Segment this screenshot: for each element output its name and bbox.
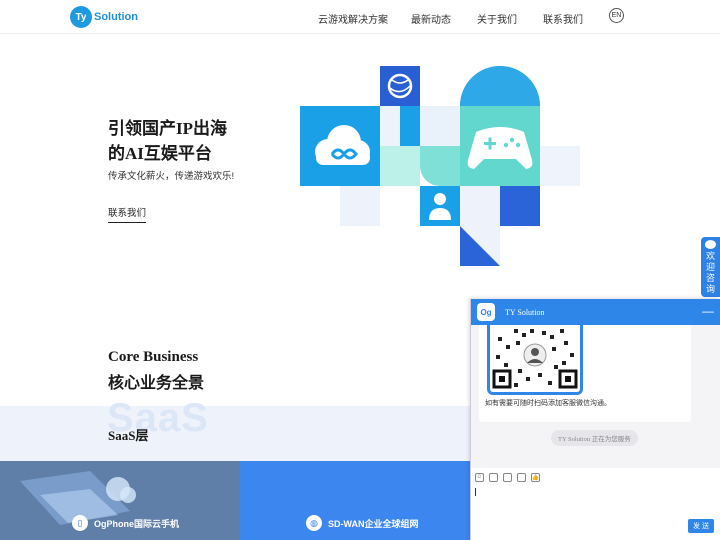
- chat-message-text: 如有需要可随时扫码添加客服微信沟通。: [485, 400, 611, 407]
- video-icon[interactable]: [503, 472, 512, 482]
- consult-side-tab[interactable]: 欢 迎 咨 询: [701, 237, 720, 297]
- card-ogphone-label: OgPhone国际云手机: [94, 518, 179, 529]
- consult-char-2: 迎: [705, 262, 715, 272]
- chat-logo-mark: Og: [480, 307, 492, 317]
- page: Ty Solution 云游戏解决方案 最新动态 关于我们 联系我们 EN 引领…: [0, 0, 720, 540]
- logo-mark: Ty: [70, 6, 92, 28]
- nav-contact[interactable]: 联系我们: [543, 11, 583, 26]
- nav-cloud-gaming[interactable]: 云游戏解决方案: [318, 11, 388, 26]
- saas-band: [0, 406, 470, 461]
- phone-icon: ▯: [72, 515, 88, 531]
- chat-widget: Og TY Solution — 如有需要可随时扫码添加客服微信沟通。 TY S…: [470, 299, 720, 540]
- top-nav: Ty Solution 云游戏解决方案 最新动态 关于我们 联系我们 EN: [0, 0, 720, 34]
- nav-news[interactable]: 最新动态: [411, 11, 451, 26]
- globe-tile: [380, 66, 420, 106]
- language-switch[interactable]: EN: [609, 8, 624, 23]
- hero-title-line1: 引领国产IP出海: [108, 119, 227, 138]
- hero-illustration: [300, 66, 580, 266]
- chat-bubble-icon: [705, 240, 716, 249]
- saas-layer-label: SaaS层: [108, 428, 149, 443]
- hero-title: 引领国产IP出海 的AI互娱平台: [108, 116, 227, 166]
- card-ogphone[interactable]: ▯ OgPhone国际云手机: [0, 461, 240, 540]
- minimize-button[interactable]: —: [702, 305, 714, 317]
- consult-char-3: 咨: [705, 273, 715, 283]
- core-title-en: Core Business: [108, 349, 199, 365]
- hero-contact-link[interactable]: 联系我们: [108, 205, 147, 223]
- chat-header: Og TY Solution —: [471, 299, 720, 325]
- consult-char-4: 询: [705, 284, 715, 294]
- card-sdwan-label: SD-WAN企业全球组网: [328, 518, 419, 529]
- card-sdwan[interactable]: ◍ SD-WAN企业全球组网: [240, 461, 470, 540]
- logo-text: Solution: [94, 11, 138, 23]
- image-icon[interactable]: [489, 472, 498, 482]
- chat-logo: Og: [477, 303, 495, 321]
- file-icon[interactable]: [517, 472, 526, 482]
- chat-messages[interactable]: 如有需要可随时扫码添加客服微信沟通。 TY Solution 正在为您服务: [471, 325, 720, 468]
- qr-code: [487, 325, 583, 395]
- hero-title-line2: 的AI互娱平台: [108, 144, 212, 163]
- chat-toolbar: ☺ 👍: [471, 468, 720, 486]
- logo[interactable]: Ty Solution: [70, 6, 138, 28]
- blue-tile: [500, 186, 540, 226]
- message-input-caret: [475, 488, 476, 496]
- thumbs-up-icon[interactable]: 👍: [531, 472, 540, 482]
- chat-title: TY Solution: [505, 307, 545, 317]
- qr-pattern: [492, 329, 578, 389]
- send-button[interactable]: 发 送: [688, 519, 714, 533]
- chat-message: 如有需要可随时扫码添加客服微信沟通。: [479, 325, 691, 422]
- consult-char-1: 欢: [705, 251, 715, 261]
- globe-network-icon: ◍: [306, 515, 322, 531]
- core-title-cn: 核心业务全景: [108, 375, 205, 392]
- hero-subtitle: 传承文化薪火，传递游戏欢乐!: [108, 171, 235, 182]
- emoji-icon[interactable]: ☺: [475, 472, 484, 482]
- nav-about[interactable]: 关于我们: [477, 11, 517, 26]
- service-status: TY Solution 正在为您服务: [551, 430, 638, 446]
